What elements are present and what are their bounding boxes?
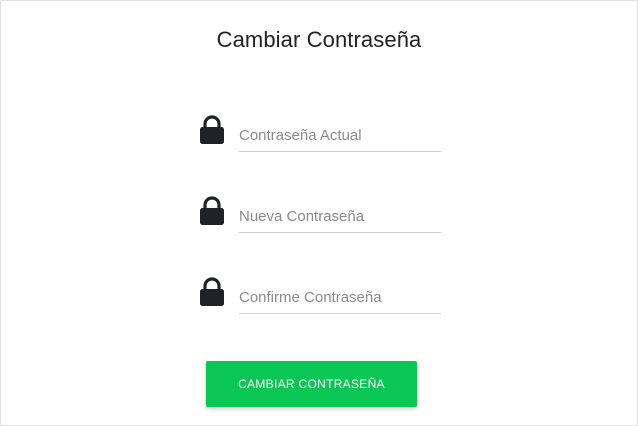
new-password-field bbox=[199, 196, 441, 236]
current-password-input[interactable] bbox=[239, 121, 441, 149]
current-password-field bbox=[199, 115, 441, 155]
lock-icon bbox=[200, 196, 224, 225]
confirm-password-underline bbox=[239, 283, 441, 314]
new-password-underline bbox=[239, 202, 441, 233]
lock-icon bbox=[200, 277, 224, 306]
confirm-password-field bbox=[199, 277, 441, 317]
confirm-password-input[interactable] bbox=[239, 283, 441, 311]
current-password-underline bbox=[239, 121, 441, 152]
change-password-button[interactable]: CAMBIAR CONTRASEÑA bbox=[206, 361, 417, 407]
page-title: Cambiar Contraseña bbox=[216, 27, 422, 52]
change-password-card: Cambiar Contraseña CAMBIAR CONTRASEÑA bbox=[0, 0, 638, 426]
lock-icon bbox=[200, 115, 224, 144]
new-password-input[interactable] bbox=[239, 202, 441, 230]
